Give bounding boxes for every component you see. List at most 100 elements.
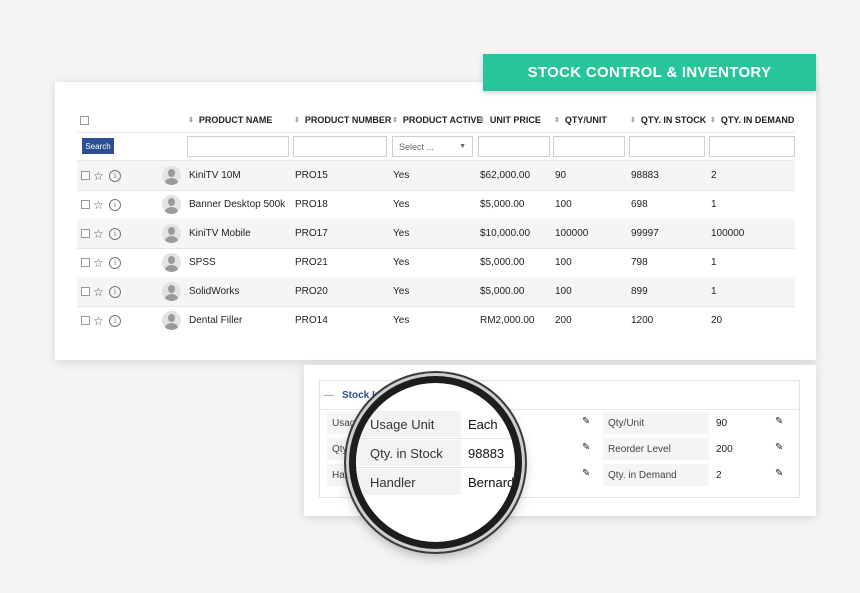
product-number: PRO14 [295, 315, 328, 326]
info-icon[interactable]: i [109, 256, 121, 269]
row-checkbox[interactable] [81, 171, 90, 180]
info-icon[interactable]: i [109, 314, 121, 327]
magnified-divider [356, 438, 515, 439]
product-name[interactable]: Dental Filler [189, 306, 242, 335]
star-icon[interactable]: ☆ [93, 170, 104, 182]
qty-unit: 100 [555, 257, 572, 268]
star-icon[interactable]: ☆ [93, 286, 104, 298]
row-checkbox[interactable] [81, 229, 90, 238]
table-row[interactable]: ☆ i KiniTV 10M PRO15 Yes $62,000.00 90 9… [77, 161, 795, 190]
sort-icon: ⇕ [630, 117, 636, 124]
unit-price: $10,000.00 [480, 228, 531, 239]
field-value-qty-unit: 90 [716, 417, 728, 429]
qty-in-demand: 1 [711, 199, 717, 210]
edit-pencil-icon[interactable]: ✎ [775, 442, 783, 453]
header-divider [77, 132, 794, 133]
star-icon[interactable]: ☆ [93, 199, 104, 211]
qty-in-stock: 99997 [631, 228, 659, 239]
filter-qty-in-stock[interactable] [629, 136, 705, 157]
magnified-label: Qty. in Stock [356, 440, 461, 466]
qty-in-demand: 1 [711, 257, 717, 268]
table-row[interactable]: ☆ i Dental Filler PRO14 Yes RM2,000.00 2… [77, 306, 795, 335]
qty-in-demand: 2 [711, 170, 717, 181]
filter-qty-in-demand[interactable] [709, 136, 795, 157]
magnified-row: Handler Bernardo Egeoa [356, 469, 515, 495]
sort-icon: ⇕ [710, 117, 716, 124]
info-icon[interactable]: i [109, 227, 121, 240]
info-icon[interactable]: i [109, 198, 121, 211]
product-name[interactable]: Banner Desktop 500k [189, 190, 285, 219]
sort-icon: ⇕ [479, 117, 485, 124]
product-name[interactable]: SolidWorks [189, 277, 239, 306]
star-icon[interactable]: ☆ [93, 228, 104, 240]
col-unit-price[interactable]: ⇕ UNIT PRICE [479, 112, 541, 128]
filter-qty-unit[interactable] [553, 136, 625, 157]
table-row[interactable]: ☆ i KiniTV Mobile PRO17 Yes $10,000.00 1… [77, 219, 795, 248]
edit-pencil-icon[interactable]: ✎ [775, 468, 783, 479]
edit-pencil-icon[interactable]: ✎ [582, 442, 590, 453]
col-qty-in-demand[interactable]: ⇕ QTY. IN DEMAND [710, 112, 794, 128]
star-icon[interactable]: ☆ [93, 315, 104, 327]
qty-unit: 100 [555, 286, 572, 297]
product-active: Yes [393, 286, 410, 297]
star-icon[interactable]: ☆ [93, 257, 104, 269]
qty-in-demand: 1 [711, 286, 717, 297]
magnified-label: Usage Unit [356, 411, 461, 437]
table-row[interactable]: ☆ i SPSS PRO21 Yes $5,000.00 100 798 1 [77, 248, 795, 277]
avatar [162, 224, 181, 243]
field-value-reorder-level: 200 [716, 443, 733, 455]
product-active: Yes [393, 228, 410, 239]
edit-pencil-icon[interactable]: ✎ [582, 468, 590, 479]
row-checkbox[interactable] [81, 200, 90, 209]
filter-product-number[interactable] [293, 136, 387, 157]
product-number: PRO18 [295, 199, 328, 210]
col-product-active[interactable]: ⇕ PRODUCT ACTIVE [392, 112, 483, 128]
collapse-icon[interactable]: — [324, 390, 334, 401]
qty-unit: 100000 [555, 228, 589, 239]
qty-in-stock: 1200 [631, 315, 654, 326]
search-button[interactable]: Search [82, 138, 114, 154]
unit-price: $62,000.00 [480, 170, 531, 181]
select-all-checkbox[interactable] [80, 116, 89, 125]
qty-in-stock: 98883 [631, 170, 659, 181]
table-row[interactable]: ☆ i Banner Desktop 500k PRO18 Yes $5,000… [77, 190, 795, 219]
avatar [162, 282, 181, 301]
field-label-qty-unit: Qty/Unit [603, 412, 709, 434]
magnifier-lens: Usage Unit Each Qty. in Stock 98883 Hand… [349, 376, 522, 549]
row-checkbox[interactable] [81, 316, 90, 325]
col-product-number[interactable]: ⇕ PRODUCT NUMBER [294, 112, 391, 128]
filter-product-active-select[interactable]: Select ... ▼ [392, 136, 473, 157]
product-active: Yes [393, 315, 410, 326]
product-name[interactable]: KiniTV 10M [189, 161, 241, 190]
unit-price: $5,000.00 [480, 286, 525, 297]
filter-product-name[interactable] [187, 136, 289, 157]
row-checkbox[interactable] [81, 287, 90, 296]
product-number: PRO17 [295, 228, 328, 239]
info-icon[interactable]: i [109, 169, 121, 182]
product-name[interactable]: SPSS [189, 248, 216, 277]
filter-unit-price[interactable] [478, 136, 550, 157]
magnified-divider [356, 467, 515, 468]
qty-unit: 90 [555, 170, 567, 181]
product-table-card: ⇕ PRODUCT NAME ⇕ PRODUCT NUMBER ⇕ PRODUCT A… [55, 82, 816, 360]
edit-pencil-icon[interactable]: ✎ [775, 416, 783, 427]
col-qty-in-stock[interactable]: ⇕ QTY. IN STOCK [630, 112, 706, 128]
info-icon[interactable]: i [109, 285, 121, 298]
unit-price: RM2,000.00 [480, 315, 535, 326]
qty-in-demand: 100000 [711, 228, 745, 239]
field-value-qty-in-demand: 2 [716, 469, 722, 481]
row-checkbox[interactable] [81, 258, 90, 267]
edit-pencil-icon[interactable]: ✎ [582, 416, 590, 427]
qty-in-stock: 698 [631, 199, 648, 210]
chevron-down-icon: ▼ [459, 143, 466, 150]
magnified-value: 98883 [468, 445, 505, 461]
qty-unit: 100 [555, 199, 572, 210]
col-qty-unit[interactable]: ⇕ QTY/UNIT [554, 112, 607, 128]
col-product-name[interactable]: ⇕ PRODUCT NAME [188, 112, 272, 128]
product-active: Yes [393, 170, 410, 181]
table-row[interactable]: ☆ i SolidWorks PRO20 Yes $5,000.00 100 8… [77, 277, 795, 306]
product-name[interactable]: KiniTV Mobile [189, 219, 251, 248]
product-number: PRO20 [295, 286, 328, 297]
magnified-row: Qty. in Stock 98883 [356, 440, 515, 466]
product-active: Yes [393, 257, 410, 268]
